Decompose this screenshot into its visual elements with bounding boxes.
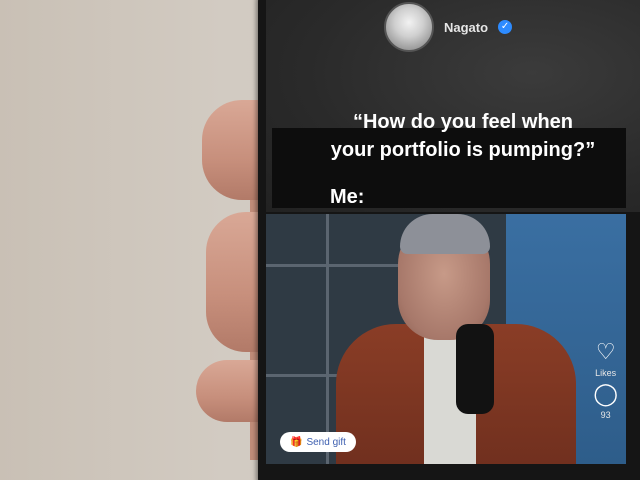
username[interactable]: Nagato <box>444 20 488 35</box>
caption-line-2: your portfolio is pumping?” <box>330 139 596 161</box>
send-gift-label: Send gift <box>306 436 346 448</box>
microphone <box>456 324 494 414</box>
avatar[interactable] <box>384 2 434 52</box>
background-bar <box>326 214 329 464</box>
caption-reply: Me: <box>330 186 365 208</box>
likes-label: Likes <box>595 368 617 378</box>
caption-text: “How do you feel when your portfolio is … <box>298 108 628 164</box>
send-gift-button[interactable]: 🎁 Send gift <box>280 432 356 452</box>
action-sidebar: ♡ Likes ◯ 93 <box>593 340 618 421</box>
caption-line-1: “How do you feel when <box>352 111 573 133</box>
gift-icon: 🎁 <box>290 436 303 448</box>
heart-icon[interactable]: ♡ <box>596 340 616 364</box>
comments-count: 93 <box>600 410 611 420</box>
video-player[interactable] <box>266 214 626 464</box>
profile-header[interactable]: Nagato ✓ <box>384 2 513 52</box>
background-bar <box>266 264 406 267</box>
person-hair <box>400 214 490 254</box>
comment-icon[interactable]: ◯ <box>593 382 618 406</box>
phone: Nagato ✓ “How do you feel when your port… <box>258 0 640 480</box>
verified-badge-icon: ✓ <box>498 20 513 34</box>
photo-scene: Nagato ✓ “How do you feel when your port… <box>0 0 640 480</box>
